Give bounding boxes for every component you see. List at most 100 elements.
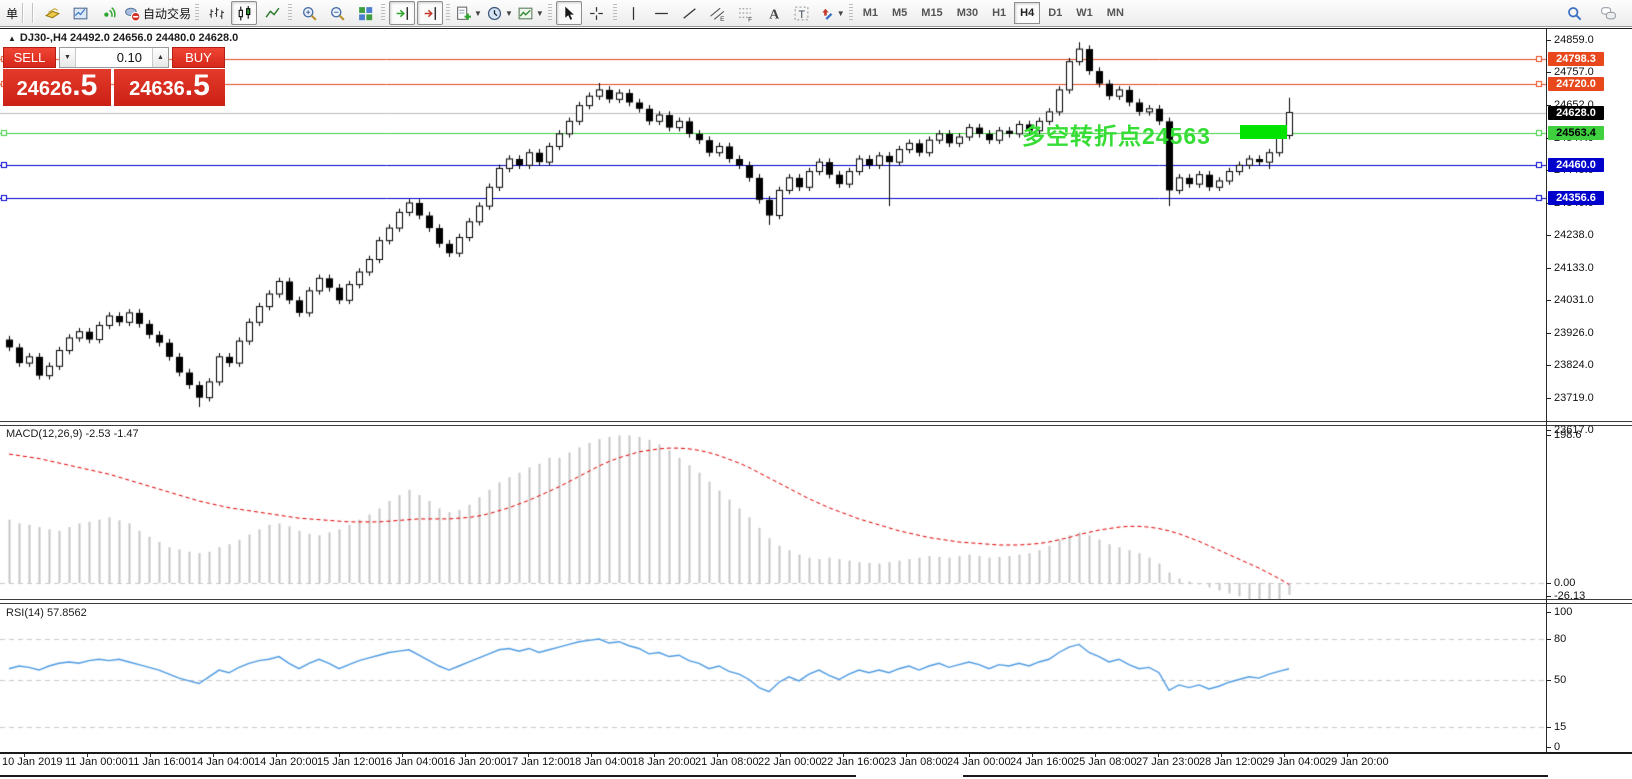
arrows-dropdown-arrow[interactable]: ▼ <box>837 9 845 18</box>
periods-button[interactable]: ▼ <box>485 1 514 25</box>
vertical-line-button[interactable] <box>621 1 647 25</box>
volume-spinner: ▼ 0.10 ▲ <box>59 47 169 68</box>
time-axis-label: 17 Jan 12:00 <box>506 756 570 768</box>
rsi-chart-canvas[interactable] <box>0 604 1546 750</box>
time-axis-tick <box>339 754 340 757</box>
timeframe-m15-button[interactable]: M15 <box>915 2 948 24</box>
chart-window-button[interactable] <box>67 1 93 25</box>
price-axis-tick: 24238.0 <box>1546 229 1594 241</box>
tile-windows-icon <box>357 5 374 22</box>
sell-button[interactable]: SELL <box>3 47 56 68</box>
line-chart-button[interactable] <box>259 1 285 25</box>
time-axis-label: 11 Jan 00:00 <box>65 756 128 768</box>
timeframe-mn-button[interactable]: MN <box>1101 2 1130 24</box>
shift-end-button[interactable] <box>389 1 415 25</box>
order-label[interactable]: 单 <box>6 5 18 22</box>
macd-pane-separator[interactable] <box>0 421 1632 426</box>
macd-label: MACD(12,26,9) -2.53 -1.47 <box>6 428 139 440</box>
fibonacci-button[interactable]: F <box>733 1 759 25</box>
search-button[interactable] <box>1561 1 1587 25</box>
macd-axis-tick: 0.00 <box>1546 577 1575 589</box>
pivot-annotation-text[interactable]: 多空转折点24563 <box>1022 117 1211 151</box>
templates-button[interactable]: ▼ <box>516 1 545 25</box>
macd-chart-canvas[interactable] <box>0 426 1546 600</box>
highlight-box[interactable] <box>1240 125 1287 139</box>
toolbar-drag-handle[interactable] <box>381 4 385 22</box>
macd-axis-tick: -26.13 <box>1546 590 1585 602</box>
svg-text:F: F <box>748 16 752 22</box>
toolbar-drag-handle[interactable] <box>288 4 292 22</box>
templates-dropdown-arrow[interactable]: ▼ <box>536 9 544 18</box>
bar-chart-button[interactable] <box>203 1 229 25</box>
time-axis-tick <box>1347 754 1348 757</box>
volume-input[interactable]: 0.10 <box>75 48 153 67</box>
rsi-axis-tick: 100 <box>1546 606 1572 618</box>
autotrading-button[interactable]: 自动交易 <box>123 1 192 25</box>
sell-price-main: 24626 <box>17 78 73 101</box>
bar-chart-icon <box>208 5 225 22</box>
timeframe-w1-button[interactable]: W1 <box>1070 2 1099 24</box>
toolbar-drag-handle[interactable] <box>195 4 199 22</box>
timeframe-m1-button[interactable]: M1 <box>857 2 884 24</box>
timeframe-d1-button[interactable]: D1 <box>1042 2 1068 24</box>
toolbar-separator <box>22 3 24 23</box>
one-click-trading-panel: SELL ▼ 0.10 ▲ BUY 24626.5 24636.5 <box>3 47 225 106</box>
rsi-axis-tick: 80 <box>1546 633 1566 645</box>
volume-increase-button[interactable]: ▲ <box>153 48 168 67</box>
time-axis-tick <box>1032 754 1033 757</box>
time-axis-label: 21 Jan 08:00 <box>695 756 759 768</box>
toolbar-right <box>1560 1 1632 25</box>
auto-scroll-button[interactable] <box>417 1 443 25</box>
indicators-dropdown-arrow[interactable]: ▼ <box>474 9 482 18</box>
sell-price-display[interactable]: 24626.5 <box>3 69 111 106</box>
new-order-button[interactable] <box>39 1 65 25</box>
text-label-button[interactable]: T <box>789 1 815 25</box>
svg-text:E: E <box>720 15 724 21</box>
timeframe-h4-button[interactable]: H4 <box>1014 2 1040 24</box>
buy-price-fraction: .5 <box>185 73 210 99</box>
time-axis-label: 24 Jan 16:00 <box>1010 756 1074 768</box>
price-axis-tick: 23824.0 <box>1546 359 1594 371</box>
trend-line-button[interactable] <box>677 1 703 25</box>
volume-decrease-button[interactable]: ▼ <box>60 48 75 67</box>
time-axis-tick <box>528 754 529 757</box>
text-label-icon: T <box>793 5 810 22</box>
buy-price-main: 24636 <box>129 78 185 101</box>
toolbar-drag-handle[interactable] <box>849 4 853 22</box>
text-button[interactable]: A <box>761 1 787 25</box>
signals-button[interactable] <box>95 1 121 25</box>
new-order-icon <box>44 5 61 22</box>
chat-button[interactable] <box>1595 1 1621 25</box>
price-chart-canvas[interactable] <box>0 29 1546 422</box>
candle-chart-icon <box>236 5 253 22</box>
timeframe-h1-button[interactable]: H1 <box>986 2 1012 24</box>
rsi-axis-tick: 15 <box>1546 721 1566 733</box>
tile-windows-button[interactable] <box>352 1 378 25</box>
toolbar-drag-handle[interactable] <box>548 4 552 22</box>
time-axis-tick <box>591 754 592 757</box>
price-axis-tick: 23719.0 <box>1546 392 1594 404</box>
timeframe-m5-button[interactable]: M5 <box>886 2 913 24</box>
channel-button[interactable]: E <box>705 1 731 25</box>
trend-line-icon <box>681 5 698 22</box>
arrows-icon <box>818 5 835 22</box>
periods-dropdown-arrow[interactable]: ▼ <box>505 9 513 18</box>
indicators-button[interactable]: ▼ <box>454 1 483 25</box>
buy-price-display[interactable]: 24636.5 <box>114 69 225 106</box>
timeframe-m30-button[interactable]: M30 <box>951 2 984 24</box>
horizontal-line-button[interactable] <box>649 1 675 25</box>
candle-chart-button[interactable] <box>231 1 257 25</box>
zoom-in-button[interactable] <box>296 1 322 25</box>
cursor-button[interactable] <box>556 1 582 25</box>
time-axis-label: 14 Jan 04:00 <box>191 756 255 768</box>
collapse-arrow-icon[interactable]: ▲ <box>8 34 16 43</box>
rsi-pane-separator[interactable] <box>0 599 1632 604</box>
zoom-out-button[interactable] <box>324 1 350 25</box>
time-axis-label: 10 Jan 2019 <box>2 756 63 768</box>
toolbar-drag-handle[interactable] <box>613 4 617 22</box>
symbol-header[interactable]: ▲DJ30-,H4 24492.0 24656.0 24480.0 24628.… <box>8 32 238 44</box>
arrows-button[interactable]: ▼ <box>817 1 846 25</box>
buy-button[interactable]: BUY <box>172 47 225 68</box>
crosshair-button[interactable] <box>584 1 610 25</box>
toolbar-drag-handle[interactable] <box>446 4 450 22</box>
